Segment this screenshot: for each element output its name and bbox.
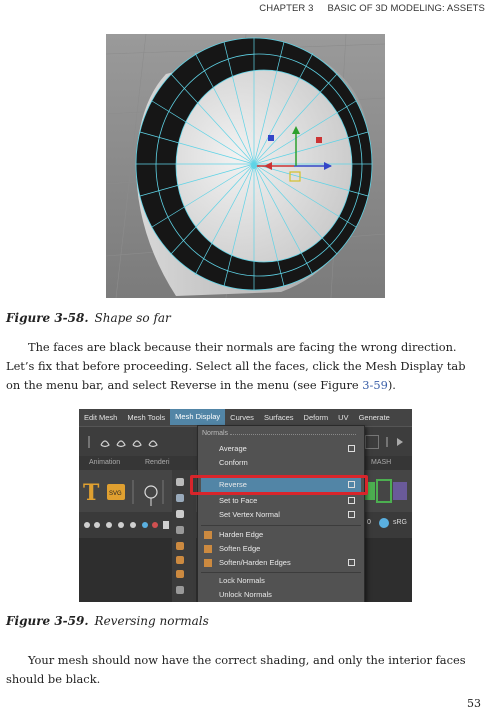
mesh-display-dropdown: Normals Average Conform Reverse Set to F… [197,425,365,602]
reverse-highlight-box [190,475,368,495]
menu-item-average[interactable]: Average [201,442,361,456]
color-space-label: sRG [393,519,407,526]
option-box-icon[interactable] [348,497,355,504]
menu-item-label: Soften Edge [219,544,261,553]
body-paragraph-2: Your mesh should now have the correct sh… [6,651,481,689]
selection-tools-icons [88,436,158,448]
paragraph-text-end: ). [387,378,396,392]
soften-edge-icon [204,545,212,553]
strip-icon [176,526,184,534]
menu-item-label: Average [219,444,247,453]
menu-item-soften-harden-edges[interactable]: Soften/Harden Edges [201,556,361,570]
menu-item-lock-normals[interactable]: Lock Normals [201,574,361,588]
menu-item-label: Set to Face [219,496,258,505]
menu-item-label: Soften/Harden Edges [219,558,291,567]
menu-item-label: Set Vertex Normal [219,510,280,519]
option-box-icon[interactable] [348,445,355,452]
svg-text:T: T [83,480,100,506]
menu-deform[interactable]: Deform [299,413,334,422]
menu-uv[interactable]: UV [333,413,353,422]
strip-icon [176,494,184,502]
tab-mash[interactable]: MASH [371,459,391,466]
paragraph-text: Your mesh should now have the correct sh… [6,653,466,686]
color-management-icon[interactable] [379,518,389,528]
menu-item-set-to-face[interactable]: Set to Face [201,494,361,508]
figure-reference-link[interactable]: 3-59 [362,378,388,392]
strip-icon [176,542,184,550]
tab-animation[interactable]: Animation [89,459,120,466]
shelf-icons-left: T SVG [83,480,164,506]
strip-icon [176,556,184,564]
figure-caption-text: Shape so far [94,311,171,325]
figure-caption-text: Reversing normals [94,614,209,628]
page-number: 53 [467,697,481,710]
chapter-label: CHAPTER 3 [259,3,314,14]
mash-icons [365,479,407,503]
menu-item-label: Unlock Normals [219,590,272,599]
menu-item-harden-edge[interactable]: Harden Edge [201,528,361,542]
strip-icon [176,586,184,594]
menu-generate[interactable]: Generate [354,413,395,422]
menu-curves[interactable]: Curves [225,413,259,422]
menu-separator [201,525,361,526]
chapter-title: BASIC OF 3D MODELING: ASSETS [327,3,485,14]
body-paragraph: The faces are black because their normal… [6,338,481,395]
option-box-icon[interactable] [348,511,355,518]
figure-3-59-caption: Figure 3-59. Reversing normals [6,614,209,628]
maya-menubar: Edit Mesh Mesh Tools Mesh Display Curves… [79,409,412,425]
menu-item-label: Harden Edge [219,530,264,539]
field-box[interactable] [365,435,379,449]
menu-surfaces[interactable]: Surfaces [259,413,299,422]
option-box-icon[interactable] [348,559,355,566]
figure-3-59-image: Edit Mesh Mesh Tools Mesh Display Curves… [79,409,412,602]
status-icons [84,521,169,529]
status-value: 0 [367,519,371,526]
tab-rendering[interactable]: Renderi [145,459,170,466]
figure-label: Figure 3-58. [6,311,89,325]
arrow-icons [386,437,403,447]
menu-mesh-tools[interactable]: Mesh Tools [122,413,170,422]
figure-3-58-image [106,34,385,298]
running-header: CHAPTER 3 BASIC OF 3D MODELING: ASSETS [259,3,485,14]
wheel-render [106,34,385,298]
paragraph-text: The faces are black because their normal… [6,340,466,392]
menu-edit-mesh[interactable]: Edit Mesh [79,413,122,422]
menu-separator [201,572,361,573]
menu-item-label: Lock Normals [219,576,265,585]
header-divider [230,434,356,435]
menu-mesh-display[interactable]: Mesh Display [170,409,226,425]
strip-icon [176,570,184,578]
menu-item-conform[interactable]: Conform [201,456,361,470]
harden-edge-icon [204,531,212,539]
menu-item-unlock-normals[interactable]: Unlock Normals [201,588,361,602]
strip-icon [176,478,184,486]
menu-item-label: Conform [219,458,248,467]
menu-item-set-vertex-normal[interactable]: Set Vertex Normal [201,508,361,522]
figure-3-58-caption: Figure 3-58. Shape so far [6,311,171,325]
menu-item-soften-edge[interactable]: Soften Edge [201,542,361,556]
figure-label: Figure 3-59. [6,614,89,628]
normals-section-header: Normals [202,430,229,437]
svg-text:SVG: SVG [109,491,122,497]
soften-harden-icon [204,559,212,567]
strip-icon [176,510,184,518]
